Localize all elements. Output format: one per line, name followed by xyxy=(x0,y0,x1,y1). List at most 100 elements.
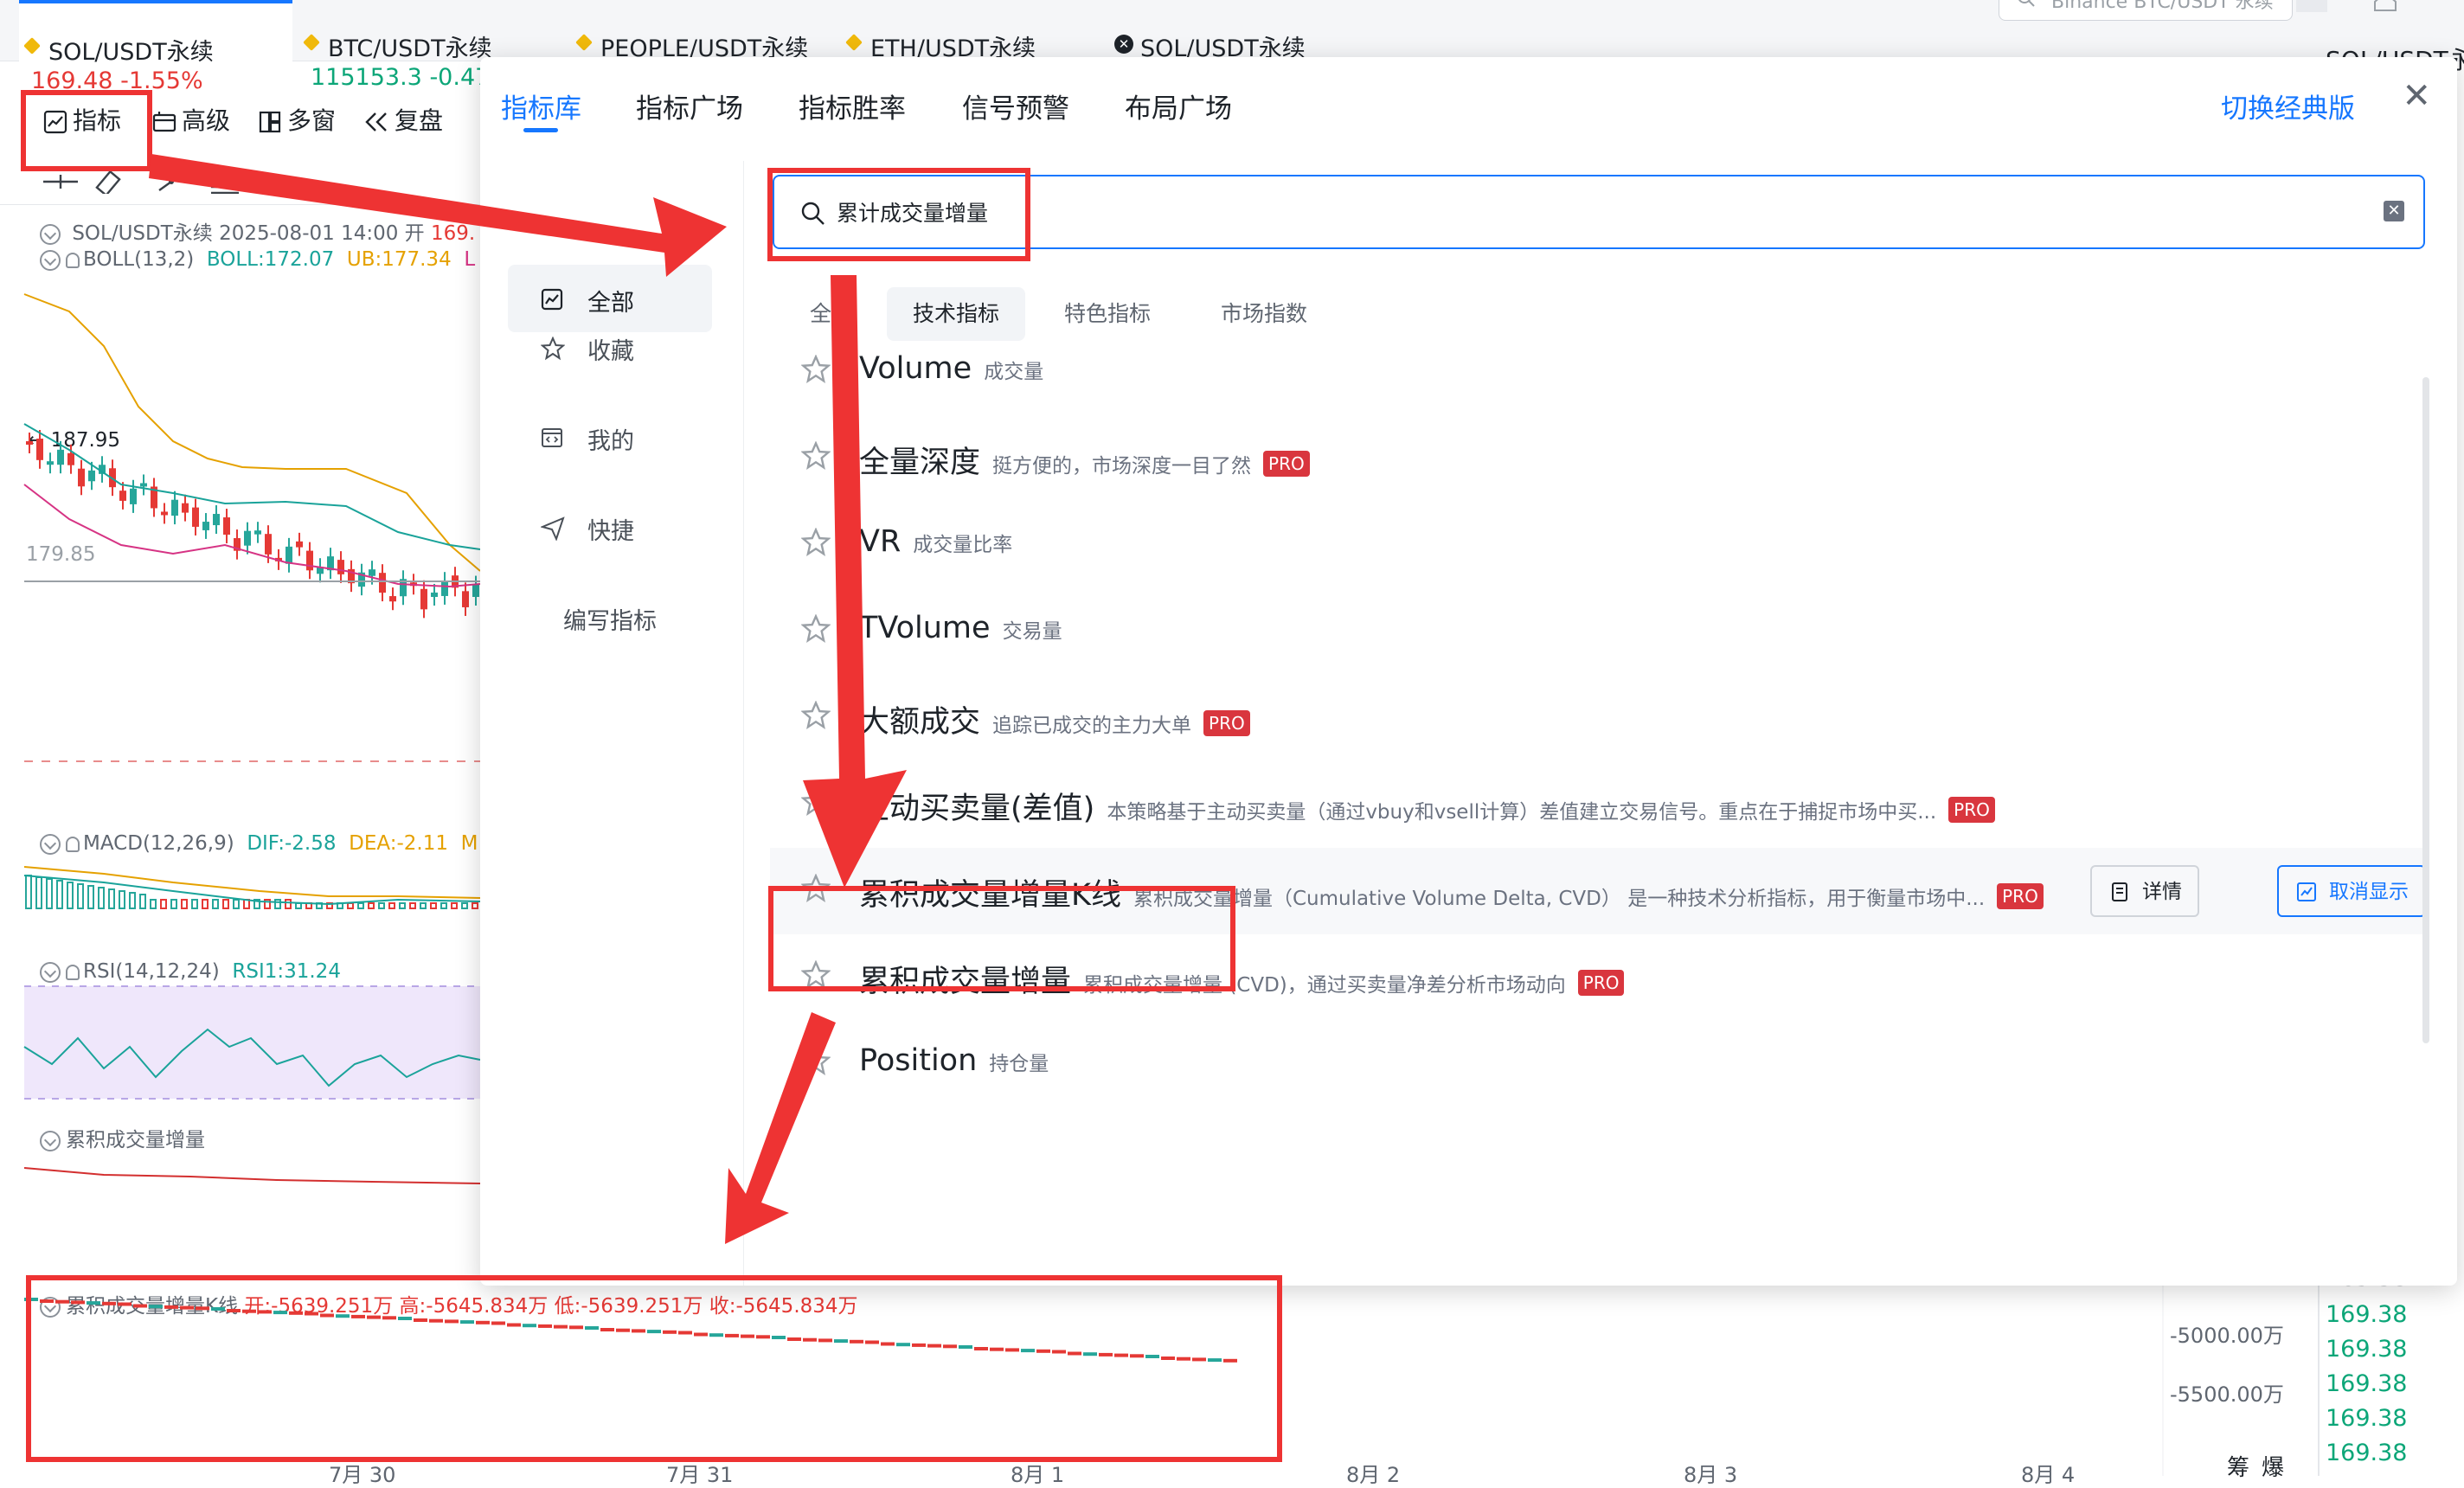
favorite-star-icon[interactable] xyxy=(801,441,831,471)
cvd-axis-tick: -5500.00万 xyxy=(2170,1382,2284,1407)
indicator-name: Volume 成交量 xyxy=(859,351,1044,386)
hide-indicator-button[interactable]: 取消显示 xyxy=(2277,865,2426,917)
macd-bar xyxy=(129,892,136,909)
advanced-button[interactable]: 高级 xyxy=(152,102,230,145)
indicator-desc: 持仓量 xyxy=(989,1053,1049,1075)
rewind-icon xyxy=(365,112,387,131)
ticker-tab-btc[interactable]: BTC/USDT永续 115153.3 -0.47 xyxy=(298,0,558,91)
price-axis-tick: 169.38 xyxy=(2326,1440,2408,1466)
switch-classic-link[interactable]: 切换经典版 xyxy=(2221,87,2355,125)
modal-tab-winrate[interactable]: 指标胜率 xyxy=(799,87,906,125)
macd-bar xyxy=(451,902,458,909)
binance-icon xyxy=(303,34,320,51)
ticker-tab-sol[interactable]: SOL/USDT永续 169.48 -1.55% xyxy=(19,0,292,94)
indicator-desc: 追踪已成交的主力大单 xyxy=(992,715,1192,737)
macd-bar xyxy=(378,902,385,909)
sidebar-item-write-indicator[interactable]: 编写指标 xyxy=(508,583,712,651)
favorite-star-icon[interactable] xyxy=(801,614,831,644)
macd-bar xyxy=(285,899,292,909)
horizontal-line-tool-icon[interactable] xyxy=(42,170,80,194)
ruler-tool-icon[interactable] xyxy=(93,170,132,194)
favorite-star-icon[interactable] xyxy=(801,1047,831,1076)
indicator-desc: 本策略基于主动买卖量（通过vbuy和vsell计算）差值建立交易信号。重点在于捕… xyxy=(1107,801,1937,824)
macd-histogram xyxy=(25,875,478,909)
indicator-row[interactable]: TVolume 交易量 xyxy=(770,588,2422,675)
sidebar-item-shortcut[interactable]: 快捷 xyxy=(508,493,712,561)
bell-icon[interactable] xyxy=(2371,0,2400,17)
indicator-row[interactable]: Volume 成交量 xyxy=(770,329,2422,415)
favorite-star-icon[interactable] xyxy=(801,528,831,557)
more-icon[interactable] xyxy=(263,170,301,194)
x-axis-label: 8月 2 xyxy=(1346,1463,1401,1487)
trend-line-tool-icon[interactable] xyxy=(152,170,190,194)
visibility-toggle-icon[interactable] xyxy=(40,223,61,245)
candle-body xyxy=(182,503,189,513)
modal-tab-alerts[interactable]: 信号预警 xyxy=(962,87,1069,125)
replay-button[interactable]: 复盘 xyxy=(363,102,443,145)
candle-body xyxy=(265,534,272,555)
indicator-row[interactable]: Position 持仓量 xyxy=(770,1021,2422,1107)
ticker-tab-people[interactable]: PEOPLE/USDT永续 xyxy=(571,0,831,62)
indicator-row[interactable]: 主动买卖量(差值) 本策略基于主动买卖量（通过vbuy和vsell计算）差值建立交… xyxy=(770,761,2422,848)
macd-bar xyxy=(357,902,364,909)
cvd-line xyxy=(23,1167,481,1184)
modal-sidebar: 全部 收藏 我的 快捷 编写指标 xyxy=(480,161,744,1286)
fib-tool-icon[interactable] xyxy=(206,170,244,194)
chip-label[interactable]: 筹 xyxy=(2227,1450,2249,1482)
candle-body xyxy=(369,569,375,576)
macd-bar xyxy=(160,899,167,909)
macd-bar xyxy=(274,899,281,909)
indicator-row[interactable]: VR 成交量比率 xyxy=(770,502,2422,588)
macd-bar xyxy=(46,878,53,909)
highlight-box-result xyxy=(768,886,1235,991)
macd-bar xyxy=(430,902,437,909)
favorite-star-icon[interactable] xyxy=(801,787,831,817)
candle-body xyxy=(223,517,230,536)
sidebar-item-favorites[interactable]: 收藏 xyxy=(508,313,712,381)
macd-bar xyxy=(212,899,219,909)
highlight-box-search xyxy=(767,168,1030,261)
indicator-search-input[interactable] xyxy=(835,194,2309,230)
modal-tab-library[interactable]: 指标库 xyxy=(501,87,581,132)
macd-bar xyxy=(181,899,188,909)
candlestick-series xyxy=(26,430,479,619)
indicator-row[interactable]: 全量深度 挺方便的，市场深度一目了然 PRO xyxy=(770,415,2422,502)
modal-tab-layouts[interactable]: 布局广场 xyxy=(1125,87,1232,125)
ticker-tab-sol-2[interactable]: ✕ SOL/USDT永续 xyxy=(1111,0,1396,62)
multi-window-button[interactable]: 多窗 xyxy=(258,102,336,145)
candle-body xyxy=(420,588,427,610)
boll-legend: BOLL(13,2) BOLL:172.07 UB:177.34 L xyxy=(40,248,475,271)
visibility-toggle-icon[interactable] xyxy=(40,249,61,271)
price-axis-tick: 169.38 xyxy=(2326,1336,2408,1363)
document-icon xyxy=(2112,882,2127,901)
rsi-band xyxy=(24,986,480,1099)
favorite-star-icon[interactable] xyxy=(801,701,831,730)
macd-bar xyxy=(388,902,395,909)
clear-search-icon[interactable]: ✕ xyxy=(2384,201,2404,221)
ticker-tab-eth[interactable]: ETH/USDT永续 xyxy=(841,0,1100,62)
macd-bar xyxy=(35,876,42,909)
indicator-desc: 挺方便的，市场深度一目了然 xyxy=(992,455,1252,478)
macd-bar xyxy=(420,902,427,909)
x-axis-label: 7月 31 xyxy=(666,1463,734,1487)
indicator-name: 全量深度 挺方便的，市场深度一目了然 PRO xyxy=(859,438,1310,482)
liquidation-label[interactable]: 爆 xyxy=(2262,1450,2284,1482)
modal-tab-square[interactable]: 指标广场 xyxy=(636,87,743,125)
indicator-row[interactable]: 大额成交 追踪已成交的主力大单 PRO xyxy=(770,675,2422,761)
indicator-desc: 交易量 xyxy=(1002,620,1062,643)
alert-bell-icon[interactable] xyxy=(66,252,80,268)
pro-badge: PRO xyxy=(1263,451,1310,477)
global-search-input[interactable]: Binance BTC/USDT 永续 xyxy=(1999,0,2293,21)
pro-badge: PRO xyxy=(1203,710,1250,736)
close-icon[interactable]: ✕ xyxy=(2402,76,2431,116)
detail-button[interactable]: 详情 xyxy=(2090,865,2199,917)
list-scrollbar[interactable] xyxy=(2422,377,2429,1043)
sidebar-item-mine[interactable]: 我的 xyxy=(508,403,712,471)
macd-bar xyxy=(202,899,209,909)
candle-body xyxy=(47,461,54,465)
binance-icon xyxy=(23,37,41,55)
candle-body xyxy=(472,584,479,597)
favorite-star-icon[interactable] xyxy=(801,355,831,384)
dropdown-handle[interactable] xyxy=(2296,0,2327,12)
candle-body xyxy=(192,507,199,527)
